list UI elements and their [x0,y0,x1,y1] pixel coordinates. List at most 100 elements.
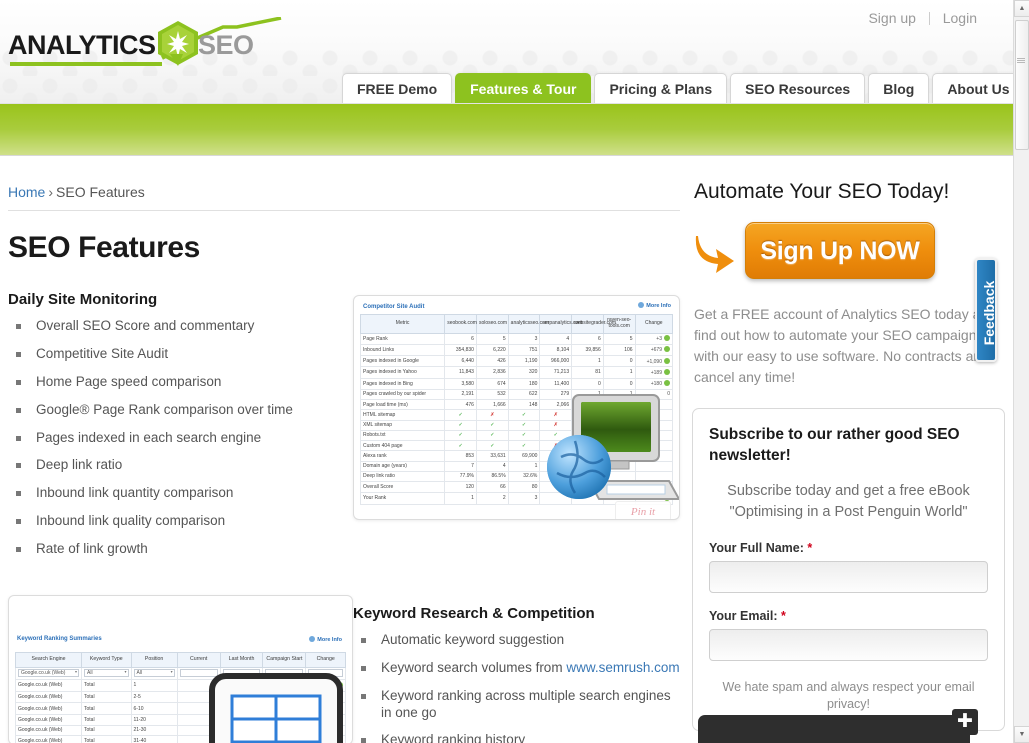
site-logo[interactable]: ANALYTICS SEO [8,12,282,66]
filter-position[interactable]: All [133,669,175,678]
cell-position: 21-30 [130,724,178,737]
cell-metric: Overall Score [359,480,446,494]
cell-value: 3,580 [444,377,477,390]
list-item: Deep link ratio [12,457,353,474]
cell-engine: Google.co.uk (Web) [15,690,82,704]
cell-value: 622 [507,388,541,401]
competitor-audit-block: Competitor Site Audit More Info Metric s… [353,291,680,569]
cell-engine: Google.co.uk (Web) [15,702,82,715]
cell-type: Total [81,690,132,704]
site-header: ANALYTICS SEO Sign up Login FREE Demo Fe… [0,0,1013,104]
filter-keyword-type[interactable]: All [84,669,129,678]
nav-tab-blog[interactable]: Blog [868,73,930,103]
cell-value: 0 [602,377,636,390]
cell-metric: Pages indexed in Yahoo [359,366,446,379]
cell-value: 1,190 [507,354,541,368]
info-icon [309,635,316,642]
feedback-tab[interactable]: Feedback [975,258,997,362]
logo-text-analytics: ANALYTICS [8,30,156,60]
cell-value: 66 [475,480,509,494]
keyword-research-block: Keyword Research & Competition Automatic… [353,595,680,743]
cell-type: Total [81,702,132,715]
newsletter-box: Subscribe to our rather good SEO newslet… [692,408,1005,731]
nav-tab-seo-resources[interactable]: SEO Resources [730,73,866,103]
full-name-input[interactable] [709,560,988,593]
login-link[interactable]: Login [943,10,977,26]
breadcrumb: Home › SEO Features [8,156,680,210]
cta-row: Sign Up NOW [692,222,1005,286]
daily-monitoring-heading: Daily Site Monitoring [8,291,158,308]
logo-text-seo: SEO [198,30,254,60]
col-seobook: seobook.com [444,314,477,334]
cell-value: 1 [444,492,477,505]
scrollbar-thumb[interactable] [1015,20,1029,150]
daily-monitoring-list: Overall SEO Score and commentary Competi… [12,318,353,558]
cell-type: Total [81,724,132,737]
nav-tab-features-tour[interactable]: Features & Tour [455,73,592,103]
browser-viewport: ANALYTICS SEO Sign up Login FREE Demo Fe… [0,0,1013,743]
nav-tab-pricing-plans[interactable]: Pricing & Plans [594,73,728,103]
cell-value: 120 [444,480,477,494]
breadcrumb-home[interactable]: Home [8,184,45,200]
email-input[interactable] [709,628,988,661]
col-serpanalytics: serpanalytics.com [539,314,582,334]
cell-value: 1,666 [475,398,509,411]
required-asterisk: * [781,608,786,623]
cell-value: 6,220 [475,343,509,357]
keyword-summaries-more-info[interactable]: More Info [309,635,342,643]
full-name-label-text: Your Full Name: [709,540,804,555]
cell-change: +679 [634,343,674,357]
check-icon: ✓ [521,411,527,418]
curved-arrow-icon [695,236,734,273]
cell-metric: Deep link ratio [359,470,446,483]
check-icon: ✓ [458,411,463,418]
keyword-summaries-title: Keyword Ranking Summaries [17,635,102,642]
competitor-audit-screenshot[interactable]: Competitor Site Audit More Info Metric s… [353,295,680,520]
cell-metric: XML sitemap [359,419,446,431]
cell-value: 77.9% [444,470,477,483]
cell-position: 2-5 [130,690,178,704]
cell-value: 966,000 [539,354,573,368]
table-row: Page Rank 6 5 3 4 6 5 +3 [359,332,674,345]
scrollbar-up-arrow-icon[interactable]: ▲ [1014,0,1029,17]
list-item: Keyword ranking history [357,732,680,743]
cell-change: +3 [634,332,674,345]
keyword-summaries-screenshot[interactable]: Keyword Ranking Summaries More Info Sear… [8,594,353,743]
table-header-row: Metric seobook.com soloseo.com analytics… [359,314,674,334]
feedback-label: Feedback [981,280,997,346]
semrush-link[interactable]: www.semrush.com [566,660,679,675]
cell-value: 69,900 [507,450,541,462]
nav-tab-free-demo[interactable]: FREE Demo [342,73,453,103]
col-current: Current [176,651,221,668]
cell-value: ✓ [507,409,541,421]
up-arrow-icon [664,346,670,353]
cell-type: Total [81,735,132,743]
cell-engine: Google.co.uk (Web) [15,679,82,692]
newsletter-subheading: Subscribe today and get a free eBook "Op… [727,482,970,520]
competitor-audit-more-info[interactable]: More Info [638,302,671,309]
pin-it-button[interactable]: Pin it [615,501,671,519]
cell-value: 2,191 [444,388,477,401]
list-item: Home Page speed comparison [12,374,353,391]
check-icon: ✓ [458,422,463,428]
filter-search-engine[interactable]: Google.co.uk (Web) [18,669,79,678]
list-item: Keyword ranking across multiple search e… [357,688,680,722]
check-icon: ✓ [490,442,495,449]
plus-share-button[interactable]: ✚ [952,709,978,735]
signup-link[interactable]: Sign up [868,10,915,26]
scrollbar-down-arrow-icon[interactable]: ▼ [1014,726,1029,743]
list-item: Pages indexed in each search engine [12,430,353,447]
nav-tab-about-us[interactable]: About Us [932,73,1013,103]
auth-links: Sign up Login [868,10,977,26]
up-arrow-icon [664,368,670,375]
email-label: Your Email: * [709,609,988,623]
list-item: Inbound link quantity comparison [12,485,353,502]
cell-value: 6 [444,332,477,345]
browser-scrollbar[interactable]: ▲ ▼ [1013,0,1029,743]
check-icon: ✓ [490,432,495,439]
cross-icon: ✗ [490,411,495,418]
page-content: Home › SEO Features SEO Features Daily Sit… [0,156,1013,743]
list-item-text: Keyword search volumes from [381,659,567,675]
table-row: Pages indexed in Google 6,440 426 1,190 966,… [359,354,674,368]
signup-now-button[interactable]: Sign Up NOW [745,222,935,279]
